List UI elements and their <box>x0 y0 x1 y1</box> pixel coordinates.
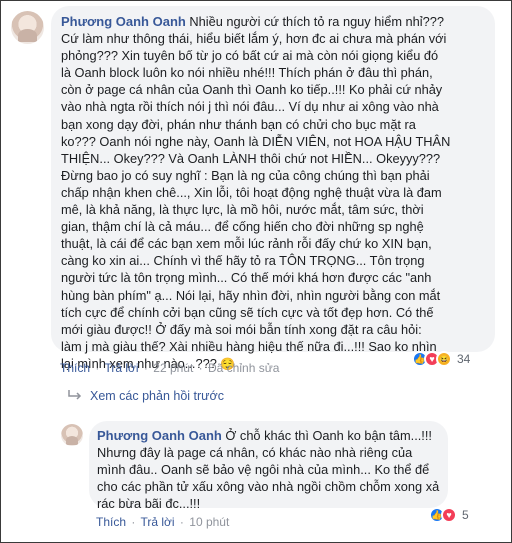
separator: · <box>131 515 136 529</box>
separator: · <box>198 361 203 375</box>
comment-text: Phương Oanh Oanh Nhiều người cứ thích tỏ… <box>61 13 493 373</box>
comment-author[interactable]: Phương Oanh Oanh <box>61 14 186 29</box>
edited-label[interactable]: Đã chỉnh sửa <box>208 361 279 375</box>
separator: · <box>95 361 100 375</box>
comment-actions: Thích · Trả lời · 22 phút · Đã chỉnh sửa <box>60 361 281 375</box>
haha-reaction-icon: 😆 <box>436 351 452 367</box>
reply-bubble: Phương Oanh Oanh Ở chỗ khác thì Oanh ko … <box>89 421 448 511</box>
reply-button[interactable]: Trả lời <box>104 361 138 375</box>
timestamp[interactable]: 22 phút <box>153 361 193 375</box>
reaction-count: 34 <box>457 352 471 366</box>
separator: · <box>143 361 148 375</box>
like-button[interactable]: Thích <box>96 515 126 529</box>
comment-body: Nhiều người cứ thích tỏ ra nguy hiểm nhỉ… <box>61 14 451 371</box>
reply-text: Phương Oanh Oanh Ở chỗ khác thì Oanh ko … <box>97 427 447 512</box>
timestamp[interactable]: 10 phút <box>189 515 229 529</box>
reply-author[interactable]: Phương Oanh Oanh <box>97 428 222 443</box>
view-previous-replies[interactable]: Xem các phản hồi trước <box>66 389 224 403</box>
reply-reaction-count: 5 <box>462 508 469 522</box>
comment-bubble: Phương Oanh Oanh Nhiều người cứ thích tỏ… <box>51 6 495 371</box>
like-button[interactable]: Thích <box>60 361 90 375</box>
reply-actions: Thích · Trả lời · 10 phút <box>96 515 231 529</box>
avatar[interactable] <box>11 11 44 44</box>
reply-arrow-icon <box>68 390 82 400</box>
separator: · <box>179 515 184 529</box>
reaction-summary[interactable]: 👍 ♥ 😆 34 <box>412 349 470 369</box>
love-reaction-icon: ♥ <box>441 507 457 523</box>
avatar[interactable] <box>61 424 83 446</box>
view-previous-replies-label: Xem các phản hồi trước <box>90 389 224 403</box>
reply-reaction-summary[interactable]: 👍 ♥ 5 <box>429 505 469 525</box>
reply-button[interactable]: Trả lời <box>140 515 174 529</box>
